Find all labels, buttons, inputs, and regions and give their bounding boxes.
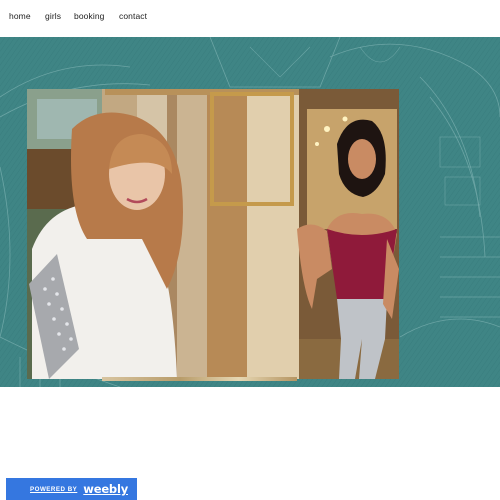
nav-link-contact[interactable]: contact <box>119 11 147 21</box>
collage-frame-bottom <box>102 377 297 381</box>
banner-photo-collage <box>27 89 399 379</box>
nav-link-girls[interactable]: girls <box>45 11 61 21</box>
hero-banner <box>0 37 500 387</box>
nav-link-booking[interactable]: booking <box>74 11 104 21</box>
top-navigation: home girls booking contact <box>0 0 500 37</box>
weebly-logo: weebly <box>83 482 128 496</box>
powered-by-weebly-badge[interactable]: POWERED BY weebly <box>6 478 137 500</box>
badge-prefix-text: POWERED BY <box>30 485 78 493</box>
nav-link-home[interactable]: home <box>9 11 31 21</box>
